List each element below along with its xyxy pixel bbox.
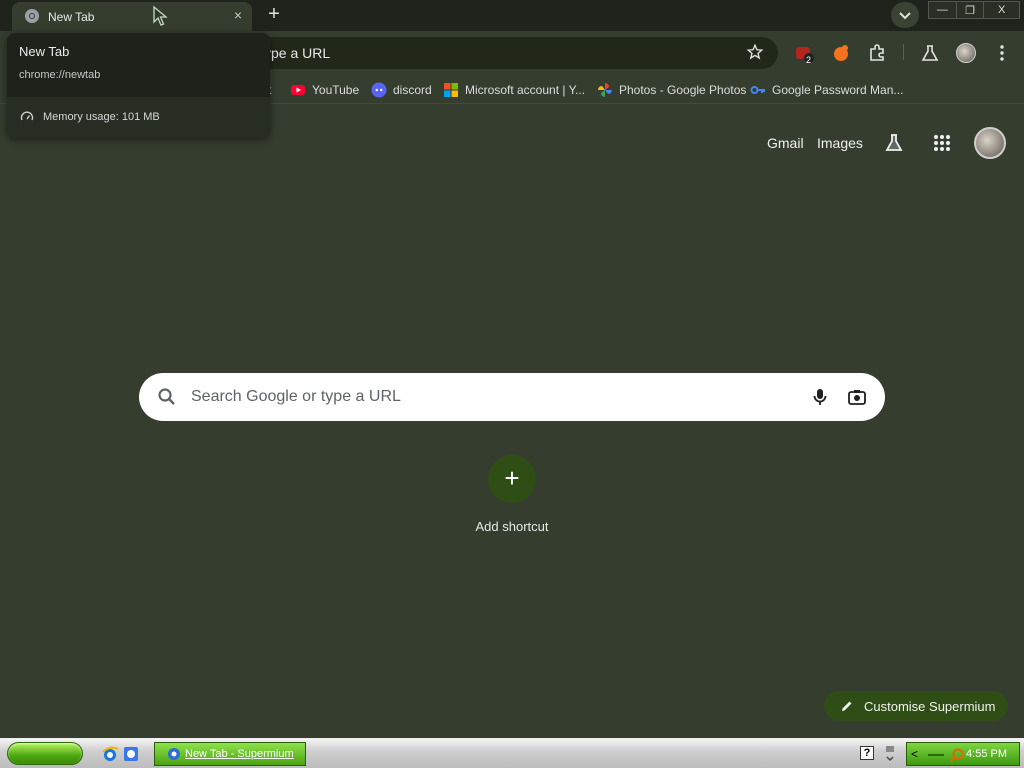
help-icon[interactable]: ? xyxy=(860,746,874,760)
browser-quicklaunch-icon[interactable] xyxy=(122,745,140,763)
ntp-search-box[interactable]: Search Google or type a URL xyxy=(139,373,885,421)
chevron-down-icon xyxy=(899,12,911,20)
microphone-icon[interactable] xyxy=(810,387,830,407)
google-photos-icon xyxy=(598,83,612,97)
bookmark-label: discord xyxy=(393,83,432,97)
puzzle-icon[interactable] xyxy=(867,43,887,63)
bookmark-google-photos[interactable]: Photos - Google Photos xyxy=(597,82,746,98)
extension-badge: 2 xyxy=(806,55,812,65)
customise-label: Customise Supermium xyxy=(864,699,996,714)
profile-avatar[interactable] xyxy=(956,43,976,63)
tab-new-tab[interactable]: New Tab × xyxy=(12,2,252,31)
labs-flask-icon[interactable] xyxy=(920,43,940,63)
bookmark-discord[interactable]: discord xyxy=(371,82,432,98)
pencil-icon xyxy=(842,701,852,711)
system-tray: < 4:55 PM xyxy=(906,742,1020,766)
clock[interactable]: 4:55 PM xyxy=(966,748,1007,760)
tab-close-icon[interactable]: × xyxy=(234,7,242,23)
tray-misc-icon[interactable] xyxy=(884,744,896,764)
images-link[interactable]: Images xyxy=(817,135,863,151)
account-avatar[interactable] xyxy=(974,127,1006,159)
taskbar-item-label: New Tab - Supermium xyxy=(185,748,294,760)
search-icon xyxy=(158,388,175,405)
restore-button[interactable]: ❐ xyxy=(957,2,985,18)
network-icon[interactable] xyxy=(927,750,945,760)
hover-card-title: New Tab xyxy=(19,44,70,59)
key-icon xyxy=(750,86,765,94)
tab-hover-card: New Tab chrome://newtab Memory usage: 10… xyxy=(7,33,270,138)
bookmark-label: Google Password Man... xyxy=(772,83,904,97)
bookmark-label: Photos - Google Photos xyxy=(619,83,747,97)
hover-card-memory: Memory usage: 101 MB xyxy=(43,111,160,123)
taskbar: New Tab - Supermium ? < 4:55 PM xyxy=(0,738,1024,768)
taskbar-item-new-tab[interactable]: New Tab - Supermium xyxy=(154,742,306,766)
mouse-cursor-icon xyxy=(153,5,168,26)
chrome-icon xyxy=(25,9,39,23)
gauge-icon xyxy=(20,111,34,121)
new-tab-button[interactable]: + xyxy=(262,3,286,27)
hover-card-url: chrome://newtab xyxy=(19,69,101,81)
tab-search-button[interactable] xyxy=(891,2,919,28)
add-shortcut-label[interactable]: Add shortcut xyxy=(452,519,572,534)
gmail-link[interactable]: Gmail xyxy=(767,135,804,151)
bookmark-label: Microsoft account | Y... xyxy=(465,83,586,97)
close-window-button[interactable]: X xyxy=(984,2,1019,18)
camera-icon[interactable] xyxy=(847,387,867,407)
bookmark-star-icon[interactable] xyxy=(746,43,764,61)
google-apps-icon[interactable] xyxy=(932,133,952,153)
bookmark-label: YouTube xyxy=(312,83,360,97)
window-controls: — ❐ X xyxy=(928,1,1020,19)
omnibox-text: ype a URL xyxy=(264,45,331,61)
bookmark-microsoft[interactable]: Microsoft account | Y... xyxy=(443,82,585,98)
tab-title: New Tab xyxy=(48,10,95,24)
discord-icon xyxy=(371,82,387,98)
extension-orange-icon[interactable] xyxy=(831,43,851,63)
more-menu-icon[interactable] xyxy=(992,43,1012,63)
supermium-icon xyxy=(168,748,180,760)
customise-button[interactable]: Customise Supermium xyxy=(824,691,1008,721)
search-labs-icon[interactable] xyxy=(884,133,904,153)
toolbar-separator xyxy=(903,44,904,60)
bookmark-youtube[interactable]: YouTube xyxy=(290,82,359,98)
tray-expand-icon[interactable]: < xyxy=(911,747,918,761)
minimize-button[interactable]: — xyxy=(929,2,957,18)
search-placeholder: Search Google or type a URL xyxy=(191,388,401,405)
youtube-icon xyxy=(291,85,305,95)
magnifier-tray-icon[interactable] xyxy=(949,747,965,763)
microsoft-icon xyxy=(444,83,458,97)
bookmark-google-password-manager[interactable]: Google Password Man... xyxy=(750,82,903,98)
hover-card-memory-section: Memory usage: 101 MB xyxy=(7,97,270,138)
add-shortcut-button[interactable]: + xyxy=(488,455,536,503)
internet-explorer-icon[interactable] xyxy=(101,745,119,763)
start-button[interactable] xyxy=(7,742,83,765)
